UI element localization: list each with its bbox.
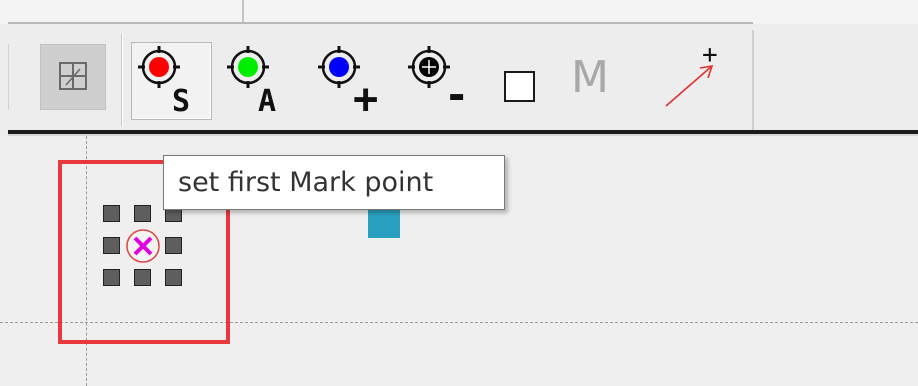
blue-marker[interactable] bbox=[368, 210, 400, 238]
toolbar-edge bbox=[8, 44, 9, 110]
grid-layout-icon bbox=[59, 62, 87, 90]
add-mark-label: + bbox=[353, 74, 379, 123]
toolbar-separator-highlight bbox=[122, 34, 123, 126]
m-icon[interactable]: M bbox=[571, 52, 609, 103]
remove-mark-label: - bbox=[444, 70, 470, 119]
top-strip bbox=[0, 0, 918, 24]
tooltip: set first Mark point bbox=[163, 155, 505, 210]
toolbar-end-separator bbox=[752, 30, 754, 130]
square-icon bbox=[504, 71, 535, 102]
set-start-mark-label: S bbox=[172, 84, 191, 119]
grid-layout-button[interactable] bbox=[40, 44, 106, 110]
arrow-plus-label: + bbox=[702, 40, 718, 70]
top-divider bbox=[242, 0, 244, 22]
rectangle-button[interactable] bbox=[503, 70, 537, 104]
set-anchor-mark-label: A bbox=[258, 84, 277, 119]
